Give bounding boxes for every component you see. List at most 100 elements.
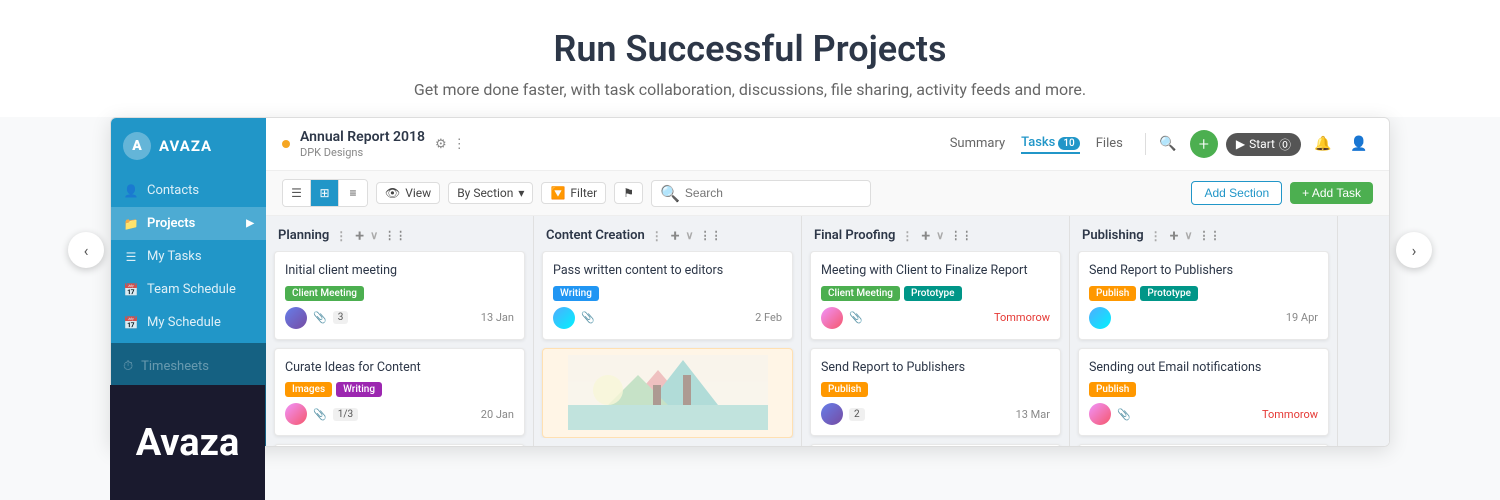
- task-card[interactable]: Meeting with Client to Finalize Report C…: [810, 251, 1061, 340]
- add-section-button[interactable]: Add Section: [1191, 181, 1282, 205]
- list-view-btn[interactable]: ☰: [283, 180, 311, 206]
- sidebar-item-timesheets[interactable]: ⏱ Timesheets: [111, 351, 266, 382]
- task-card[interactable]: Develop Draft Layout: [274, 444, 525, 446]
- contacts-icon: 👤: [123, 184, 139, 198]
- card-title: Curate Ideas for Content: [285, 359, 514, 377]
- card-illustration: [542, 348, 793, 438]
- clip-icon: 📎: [849, 311, 863, 324]
- card-count: 1/3: [333, 408, 358, 421]
- cards-container-3: Send Report to Publishers Publish Prototy…: [1070, 251, 1337, 446]
- tasks-badge: 10: [1058, 137, 1079, 150]
- sort-button[interactable]: By Section ▾: [448, 182, 533, 204]
- card-title: Pass written content to editors: [553, 262, 782, 280]
- tag: Client Meeting: [821, 286, 900, 301]
- column-add-icon[interactable]: +: [671, 226, 680, 245]
- cards-container-1: Pass written content to editors Writing …: [534, 251, 801, 438]
- card-title: Send Report to Publishers: [1089, 262, 1318, 280]
- tab-files[interactable]: Files: [1096, 136, 1123, 153]
- project-subtitle: DPK Designs: [300, 146, 425, 160]
- filter-button[interactable]: 🔽 Filter: [541, 182, 606, 204]
- group-button[interactable]: ⚑: [614, 182, 643, 204]
- cards-container-0: Initial client meeting Client Meeting 📎3…: [266, 251, 533, 446]
- card-date: 13 Mar: [1016, 408, 1050, 421]
- search-icon[interactable]: 🔍: [1154, 130, 1182, 158]
- view-label-button[interactable]: 👁 View: [376, 182, 440, 204]
- kanban-column-3: Publishing ⋮ + ∨ ⋮⋮ Send Report to Publi…: [1070, 216, 1338, 446]
- task-card[interactable]: Curate Ideas for Content ImagesWriting 📎…: [274, 348, 525, 437]
- user-avatar[interactable]: 👤: [1345, 130, 1373, 158]
- settings-icon[interactable]: ⚙: [435, 137, 447, 152]
- tab-nav: Summary Tasks10 Files: [950, 135, 1123, 154]
- view-toggle: ☰ ⊞ ≡: [282, 179, 368, 207]
- card-title: Send Report to Publishers: [821, 359, 1050, 377]
- sidebar-label-projects: Projects: [147, 216, 195, 231]
- task-card[interactable]: Pass written content to editors Writing …: [542, 251, 793, 340]
- column-more-icon[interactable]: ⋮⋮: [1199, 229, 1221, 242]
- avatar: [821, 403, 843, 425]
- column-title: Content Creation: [546, 228, 645, 243]
- sidebar-label-teamschedule: Team Schedule: [147, 282, 236, 297]
- start-badge: ⓪: [1279, 136, 1291, 153]
- sidebar-item-contacts[interactable]: 👤 Contacts: [111, 174, 266, 207]
- project-icons: ⚙ ⋮: [435, 137, 466, 152]
- kanban-column-2: Final Proofing ⋮ + ∨ ⋮⋮ Meeting with Cli…: [802, 216, 1070, 446]
- more-icon[interactable]: ⋮: [453, 137, 466, 152]
- eye-icon: 👁: [385, 186, 400, 200]
- card-footer: 📎Tommorow: [821, 307, 1050, 329]
- app-window: A AVAZA 👤 Contacts 📁 Projects ▶ ☰ My Tas…: [110, 117, 1390, 447]
- sidebar-label-contacts: Contacts: [147, 183, 199, 198]
- sidebar-item-teamschedule[interactable]: 📅 Team Schedule: [111, 273, 266, 306]
- column-add-icon[interactable]: +: [921, 226, 930, 245]
- column-more-icon[interactable]: ⋮⋮: [384, 229, 406, 242]
- column-title: Planning: [278, 228, 329, 243]
- tab-tasks[interactable]: Tasks10: [1021, 135, 1080, 154]
- card-tags: Client Meeting: [285, 286, 514, 301]
- column-header-0: Planning ⋮ + ∨ ⋮⋮: [266, 216, 533, 251]
- gantt-view-btn[interactable]: ≡: [339, 180, 367, 206]
- sidebar-label-timesheets: Timesheets: [141, 359, 209, 374]
- tag: Images: [285, 382, 332, 397]
- search-input[interactable]: [685, 186, 862, 200]
- tab-summary[interactable]: Summary: [950, 136, 1005, 153]
- column-dots-icon: ⋮: [335, 229, 347, 243]
- column-dots-icon: ⋮: [901, 229, 913, 243]
- kanban-column-0: Planning ⋮ + ∨ ⋮⋮ Initial client meeting…: [266, 216, 534, 446]
- tag: Prototype: [1140, 286, 1198, 301]
- start-button[interactable]: ▶ Start ⓪: [1226, 133, 1301, 156]
- top-bar-actions: 🔍 + ▶ Start ⓪ 🔔 👤: [1145, 130, 1373, 158]
- card-title: Sending out Email notifications: [1089, 359, 1318, 377]
- task-card[interactable]: Send Report to Publishers Publish 213 Ma…: [810, 348, 1061, 437]
- card-date: 19 Apr: [1286, 311, 1318, 324]
- column-more-icon[interactable]: ⋮⋮: [950, 229, 972, 242]
- task-card[interactable]: Publishing Public Webpage: [1078, 444, 1329, 446]
- avatar: [1089, 307, 1111, 329]
- task-card[interactable]: Initial client meeting Client Meeting 📎3…: [274, 251, 525, 340]
- tag: Publish: [1089, 382, 1136, 397]
- sidebar-item-myschedule[interactable]: 📅 My Schedule: [111, 306, 266, 339]
- task-card[interactable]: Sending out Email notifications Publish …: [1078, 348, 1329, 437]
- card-footer: 📎Tommorow: [1089, 403, 1318, 425]
- project-status-dot: [282, 140, 290, 148]
- cards-container-2: Meeting with Client to Finalize Report C…: [802, 251, 1069, 446]
- board-view-btn[interactable]: ⊞: [311, 180, 339, 206]
- tag: Publish: [821, 382, 868, 397]
- card-date: Tommorow: [1262, 408, 1318, 421]
- nav-arrow-right[interactable]: ›: [1396, 232, 1432, 268]
- logo-text: AVAZA: [159, 137, 212, 155]
- card-tags: ImagesWriting: [285, 382, 514, 397]
- sidebar-item-projects[interactable]: 📁 Projects ▶: [111, 207, 266, 240]
- task-card[interactable]: Send Report to Publishers PublishPrototy…: [1078, 251, 1329, 340]
- search-box: 🔍: [651, 180, 871, 207]
- sidebar-item-mytasks[interactable]: ☰ My Tasks: [111, 240, 266, 273]
- task-card[interactable]: Confirm layout and content with client: [810, 444, 1061, 446]
- bell-icon[interactable]: 🔔: [1309, 130, 1337, 158]
- column-more-icon[interactable]: ⋮⋮: [700, 229, 722, 242]
- main-content: Annual Report 2018 DPK Designs ⚙ ⋮ Summa…: [266, 118, 1389, 446]
- column-add-icon[interactable]: +: [1170, 226, 1179, 245]
- column-add-icon[interactable]: +: [355, 226, 364, 245]
- add-task-button[interactable]: + Add Task: [1290, 182, 1373, 204]
- nav-arrow-left[interactable]: ‹: [68, 232, 104, 268]
- add-icon[interactable]: +: [1190, 130, 1218, 158]
- card-footer: 213 Mar: [821, 403, 1050, 425]
- column-title: Final Proofing: [814, 228, 895, 243]
